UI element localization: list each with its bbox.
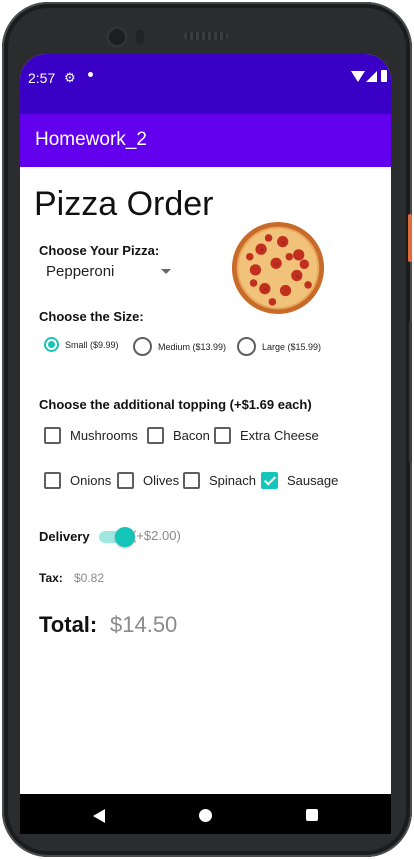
delivery-fee: (+$2.00) (132, 528, 181, 543)
app-bar: Homework_2 (20, 114, 391, 167)
battery-icon (381, 70, 387, 82)
size-small-label: Small ($9.99) (65, 339, 119, 350)
checkbox-box (117, 472, 134, 489)
topping-label: Choose the additional topping (+$1.69 ea… (39, 397, 312, 412)
wifi-icon (351, 71, 365, 82)
check-icon (261, 472, 278, 489)
topping-spinach-checkbox[interactable]: Spinach (183, 472, 256, 489)
topping-mushrooms-label: Mushrooms (70, 428, 138, 443)
speaker-grille (184, 32, 228, 40)
tax-value: $0.82 (74, 571, 105, 585)
tax-label: Tax: (39, 571, 63, 585)
checkbox-box (44, 472, 61, 489)
order-form: Pizza Order Choose Your Pizza: Pepperoni (20, 167, 391, 794)
status-bar: 2:57 ⚙ (20, 54, 391, 114)
topping-bacon-checkbox[interactable]: Bacon (147, 427, 210, 444)
topping-extra-cheese-label: Extra Cheese (240, 428, 319, 443)
size-label: Choose the Size: (39, 309, 144, 324)
chevron-down-icon[interactable] (161, 269, 171, 274)
nav-bar (20, 794, 391, 834)
size-medium-radio[interactable]: Medium ($13.99) (133, 337, 226, 356)
pizza-dropdown[interactable]: Pepperoni (46, 263, 114, 280)
topping-sausage-label: Sausage (287, 473, 339, 488)
topping-sausage-checkbox[interactable]: Sausage (261, 472, 338, 489)
radio-circle (237, 337, 256, 356)
screen: 2:57 ⚙ Homework_2 Pizza Order Choose You… (20, 54, 391, 834)
total-value: $14.50 (110, 612, 178, 637)
size-medium-label: Medium ($13.99) (158, 341, 227, 352)
signal-icon (366, 71, 377, 82)
topping-bacon-label: Bacon (173, 428, 210, 443)
home-icon[interactable] (199, 809, 212, 822)
checkbox-box (147, 427, 164, 444)
size-small-radio[interactable]: Small ($9.99) (44, 337, 119, 352)
topping-olives-checkbox[interactable]: Olives (117, 472, 179, 489)
size-large-label: Large ($15.99) (262, 341, 322, 352)
radio-circle (133, 337, 152, 356)
topping-olives-label: Olives (143, 473, 180, 488)
dot-icon (88, 72, 93, 77)
volume-button[interactable] (409, 322, 412, 462)
page-title: Pizza Order (34, 185, 214, 223)
topping-extra-cheese-checkbox[interactable]: Extra Cheese (214, 427, 319, 444)
app-title: Homework_2 (35, 129, 147, 150)
checkbox-box (44, 427, 61, 444)
status-time: 2:57 (28, 70, 56, 86)
checkbox-box (214, 427, 231, 444)
sensor (136, 30, 144, 44)
total-label: Total: (39, 612, 98, 637)
gear-icon: ⚙ (64, 70, 76, 85)
back-icon[interactable] (93, 809, 105, 823)
phone-frame: 2:57 ⚙ Homework_2 Pizza Order Choose You… (2, 2, 412, 857)
radio-circle (44, 337, 59, 352)
pizza-image (231, 221, 325, 315)
delivery-toggle[interactable] (99, 527, 135, 547)
delivery-label: Delivery (39, 529, 90, 544)
topping-onions-label: Onions (70, 473, 112, 488)
size-large-radio[interactable]: Large ($15.99) (237, 337, 321, 356)
topping-onions-checkbox[interactable]: Onions (44, 472, 111, 489)
camera-icon (106, 26, 128, 48)
checkbox-box (183, 472, 200, 489)
topping-mushrooms-checkbox[interactable]: Mushrooms (44, 427, 138, 444)
power-button[interactable] (408, 214, 412, 262)
topping-spinach-label: Spinach (209, 473, 256, 488)
recents-icon[interactable] (306, 809, 318, 821)
pizza-label: Choose Your Pizza: (39, 243, 160, 258)
